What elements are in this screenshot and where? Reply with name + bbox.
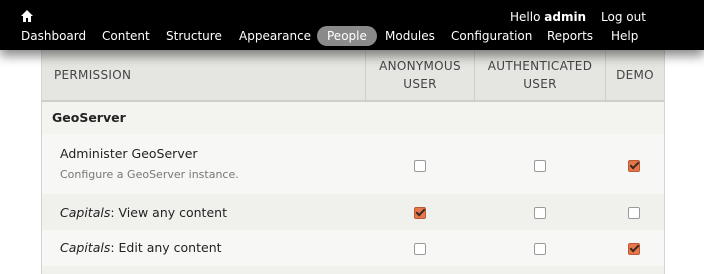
- table-header: PERMISSION ANONYMOUS USER AUTHENTICATED …: [42, 50, 664, 102]
- permission-title: Administer GeoServer: [60, 146, 198, 161]
- permission-description: Configure a GeoServer instance.: [60, 168, 239, 181]
- greeting-text: Hello: [510, 10, 541, 24]
- table-row: Administer GeoServer Configure a GeoServ…: [42, 134, 664, 194]
- permission-title: Capitals: Edit any content: [60, 240, 222, 255]
- menu-dashboard[interactable]: Dashboard: [21, 26, 86, 46]
- anonymous-checkbox[interactable]: [414, 243, 426, 255]
- menu-appearance[interactable]: Appearance: [239, 26, 311, 46]
- module-row: GeoServer: [42, 102, 664, 134]
- module-name: GeoServer: [52, 110, 126, 125]
- menu-help[interactable]: Help: [611, 26, 638, 46]
- username-link[interactable]: admin: [544, 10, 586, 24]
- table-row: Capitals: View any content: [42, 194, 664, 230]
- user-greeting: Hello admin: [510, 9, 586, 25]
- demo-checkbox[interactable]: [628, 243, 640, 255]
- authenticated-checkbox[interactable]: [534, 207, 546, 219]
- menu-configuration[interactable]: Configuration: [451, 26, 532, 46]
- menu-people[interactable]: People: [317, 26, 377, 46]
- content-type-name: Capitals: [60, 240, 111, 255]
- admin-toolbar: Hello admin Log out Dashboard Content St…: [0, 0, 704, 50]
- header-demo: DEMO: [616, 68, 654, 82]
- table-row: [42, 266, 664, 274]
- permissions-table: PERMISSION ANONYMOUS USER AUTHENTICATED …: [41, 50, 665, 274]
- menu-reports[interactable]: Reports: [547, 26, 593, 46]
- home-icon[interactable]: [21, 10, 33, 22]
- content-type-name: Capitals: [60, 205, 111, 220]
- authenticated-checkbox[interactable]: [534, 243, 546, 255]
- logout-link[interactable]: Log out: [601, 9, 646, 25]
- menu-structure[interactable]: Structure: [166, 26, 222, 46]
- permission-title: Capitals: View any content: [60, 205, 227, 220]
- demo-checkbox[interactable]: [628, 207, 640, 219]
- table-row: Capitals: Edit any content: [42, 230, 664, 266]
- anonymous-checkbox[interactable]: [414, 160, 426, 172]
- authenticated-checkbox[interactable]: [534, 160, 546, 172]
- menu-modules[interactable]: Modules: [385, 26, 435, 46]
- menu-content[interactable]: Content: [102, 26, 150, 46]
- header-permission: PERMISSION: [54, 68, 132, 82]
- demo-checkbox[interactable]: [628, 160, 640, 172]
- header-authenticated: AUTHENTICATED USER: [487, 59, 593, 91]
- header-anonymous: ANONYMOUS USER: [379, 59, 461, 91]
- anonymous-checkbox[interactable]: [414, 207, 426, 219]
